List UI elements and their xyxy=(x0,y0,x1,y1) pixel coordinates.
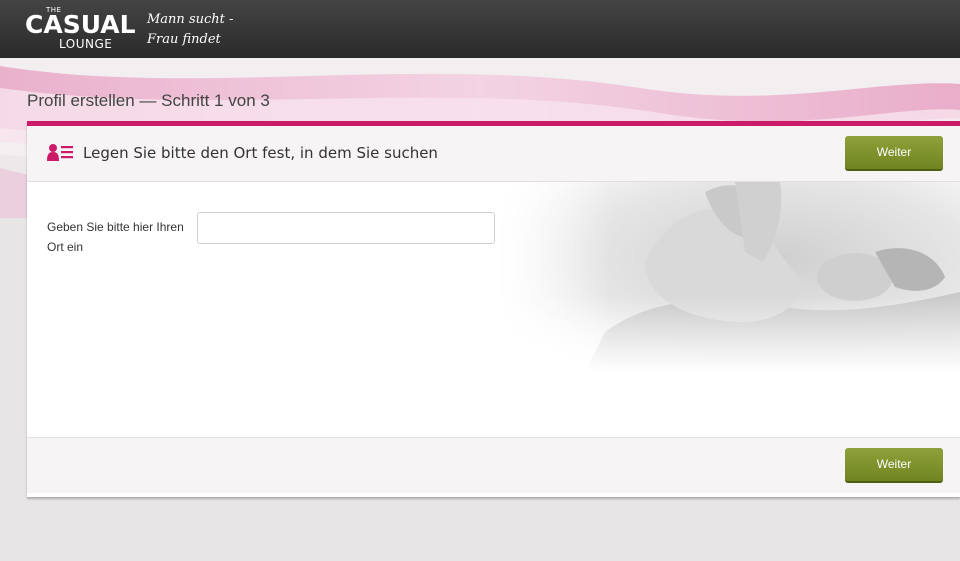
next-button-top[interactable]: Weiter xyxy=(845,136,943,171)
card-heading: Legen Sie bitte den Ort fest, in dem Sie… xyxy=(83,144,438,162)
tagline-line-1: Mann sucht - xyxy=(147,12,234,27)
user-list-icon xyxy=(47,144,74,165)
tagline: Mann sucht - Frau findet xyxy=(147,10,233,50)
logo-lounge-text: LOUNGE xyxy=(59,37,113,51)
card-body: Geben Sie bitte hier Ihren Ort ein xyxy=(27,182,960,437)
casual-lounge-logo[interactable]: THE CASUAL LOUNGE xyxy=(25,6,137,52)
logo-casual-text: CASUAL xyxy=(25,10,136,39)
location-field-label: Geben Sie bitte hier Ihren Ort ein xyxy=(47,220,184,254)
decorative-photo xyxy=(495,182,960,372)
card-footer: Weiter xyxy=(27,437,960,493)
next-button-bottom[interactable]: Weiter xyxy=(845,448,943,483)
tagline-line-2: Frau findet xyxy=(147,32,221,47)
location-card: Legen Sie bitte den Ort fest, in dem Sie… xyxy=(27,121,960,497)
card-header: Legen Sie bitte den Ort fest, in dem Sie… xyxy=(27,126,960,182)
page-title: Profil erstellen — Schritt 1 von 3 xyxy=(27,91,270,110)
location-input[interactable] xyxy=(197,212,495,244)
site-header: THE CASUAL LOUNGE Mann sucht - Frau find… xyxy=(0,0,960,58)
